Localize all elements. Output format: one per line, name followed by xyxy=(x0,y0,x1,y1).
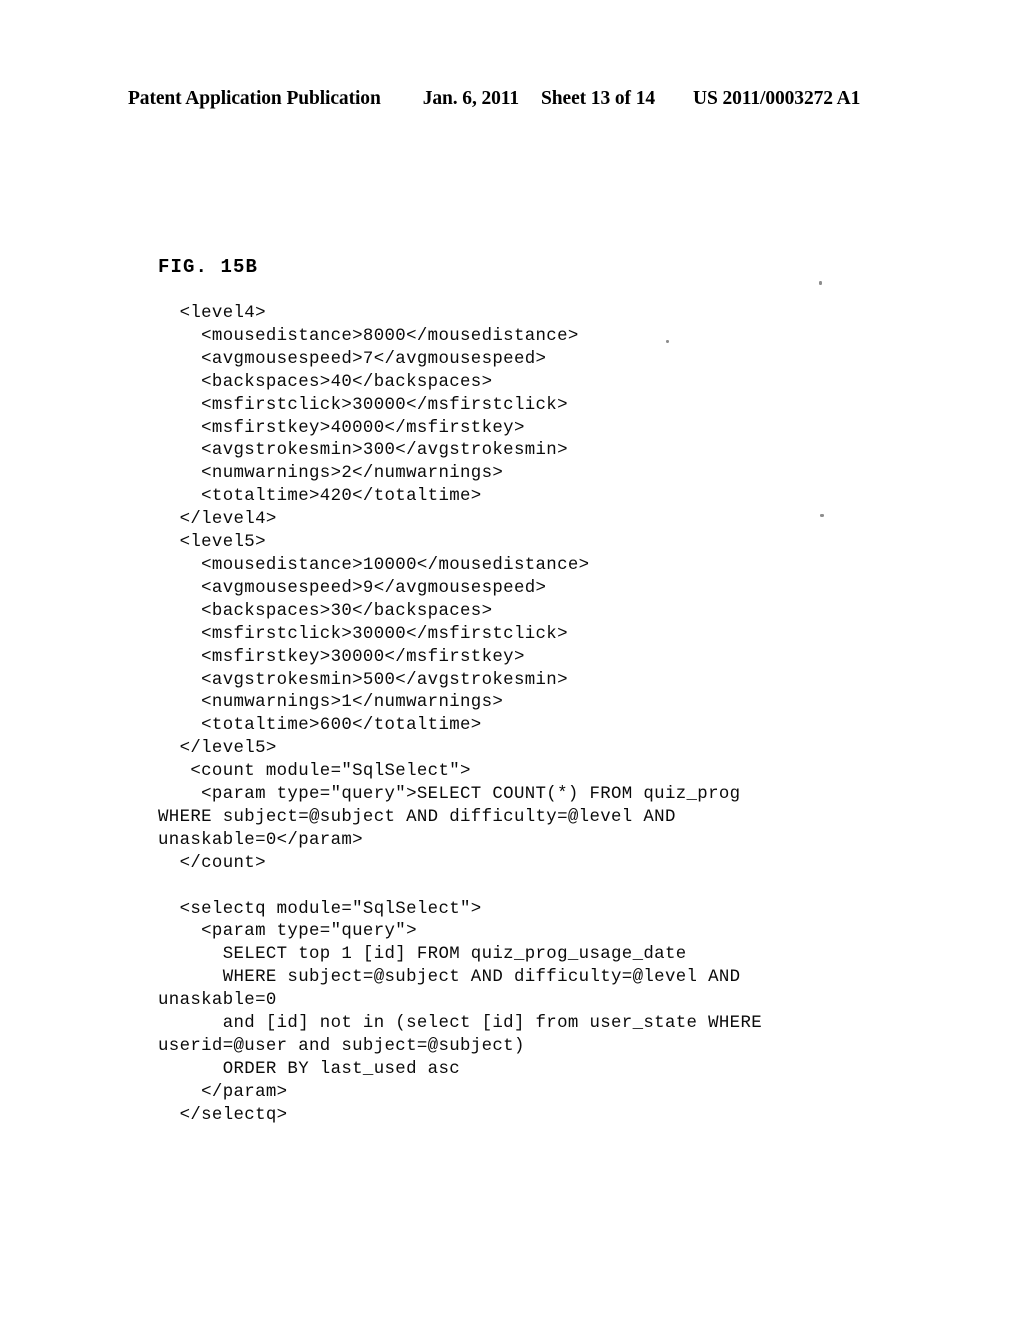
code-line: <totaltime>420</totaltime> xyxy=(158,487,482,507)
code-line: <level5> xyxy=(158,533,266,553)
code-line: </level5> xyxy=(158,739,277,759)
code-line: <avgstrokesmin>500</avgstrokesmin> xyxy=(158,670,568,690)
code-line: <avgmousespeed>9</avgmousespeed> xyxy=(158,578,547,598)
code-line: <mousedistance>10000</mousedistance> xyxy=(158,555,590,575)
code-line: </selectq> xyxy=(158,1105,288,1125)
header-patent-number: US 2011/0003272 A1 xyxy=(693,88,861,109)
code-line: <level4> xyxy=(158,304,266,323)
code-line: <avgstrokesmin>300</avgstrokesmin> xyxy=(158,441,568,461)
code-line: <backspaces>30</backspaces> xyxy=(158,601,493,621)
code-line: ORDER BY last_used asc xyxy=(158,1059,461,1079)
code-line: <msfirstclick>30000</msfirstclick> xyxy=(158,624,568,644)
code-line: userid=@user and subject=@subject) xyxy=(158,1036,525,1056)
code-line: <msfirstclick>30000</msfirstclick> xyxy=(158,395,568,415)
scan-artifact-speck xyxy=(819,281,822,285)
xml-code-listing: <level4> <mousedistance>8000</mousedista… xyxy=(158,303,958,1128)
code-line: </level4> xyxy=(158,510,277,530)
code-line: <numwarnings>2</numwarnings> xyxy=(158,464,504,484)
code-line: <mousedistance>8000</mousedistance> xyxy=(158,326,579,346)
code-line: <msfirstkey>30000</msfirstkey> xyxy=(158,647,525,667)
code-line: <numwarnings>1</numwarnings> xyxy=(158,693,504,713)
code-line: and [id] not in (select [id] from user_s… xyxy=(158,1014,763,1034)
figure-label: FIG. 15B xyxy=(158,256,259,278)
code-line: <msfirstkey>40000</msfirstkey> xyxy=(158,418,525,438)
code-line: </count> xyxy=(158,853,266,873)
page-header: Patent Application Publication Jan. 6, 2… xyxy=(128,88,896,110)
code-line: unaskable=0</param> xyxy=(158,830,363,850)
code-line: <param type="query">SELECT COUNT(*) FROM… xyxy=(158,785,741,805)
code-line: WHERE subject=@subject AND difficulty=@l… xyxy=(158,968,741,988)
header-publication-date: Jan. 6, 2011 xyxy=(422,88,520,109)
code-line: SELECT top 1 [id] FROM quiz_prog_usage_d… xyxy=(158,945,687,965)
code-line: <selectq module="SqlSelect"> xyxy=(158,899,482,919)
code-line: <param type="query"> xyxy=(158,922,417,942)
code-line: <avgmousespeed>7</avgmousespeed> xyxy=(158,349,547,369)
header-sheet-number: Sheet 13 of 14 xyxy=(541,88,655,109)
code-line: WHERE subject=@subject AND difficulty=@l… xyxy=(158,807,676,827)
code-line: unaskable=0 xyxy=(158,991,277,1011)
code-line: <totaltime>600</totaltime> xyxy=(158,716,482,736)
code-line: </param> xyxy=(158,1082,288,1102)
header-publication-title: Patent Application Publication xyxy=(128,88,381,109)
code-line: <backspaces>40</backspaces> xyxy=(158,372,493,392)
code-line: <count module="SqlSelect"> xyxy=(158,762,471,782)
